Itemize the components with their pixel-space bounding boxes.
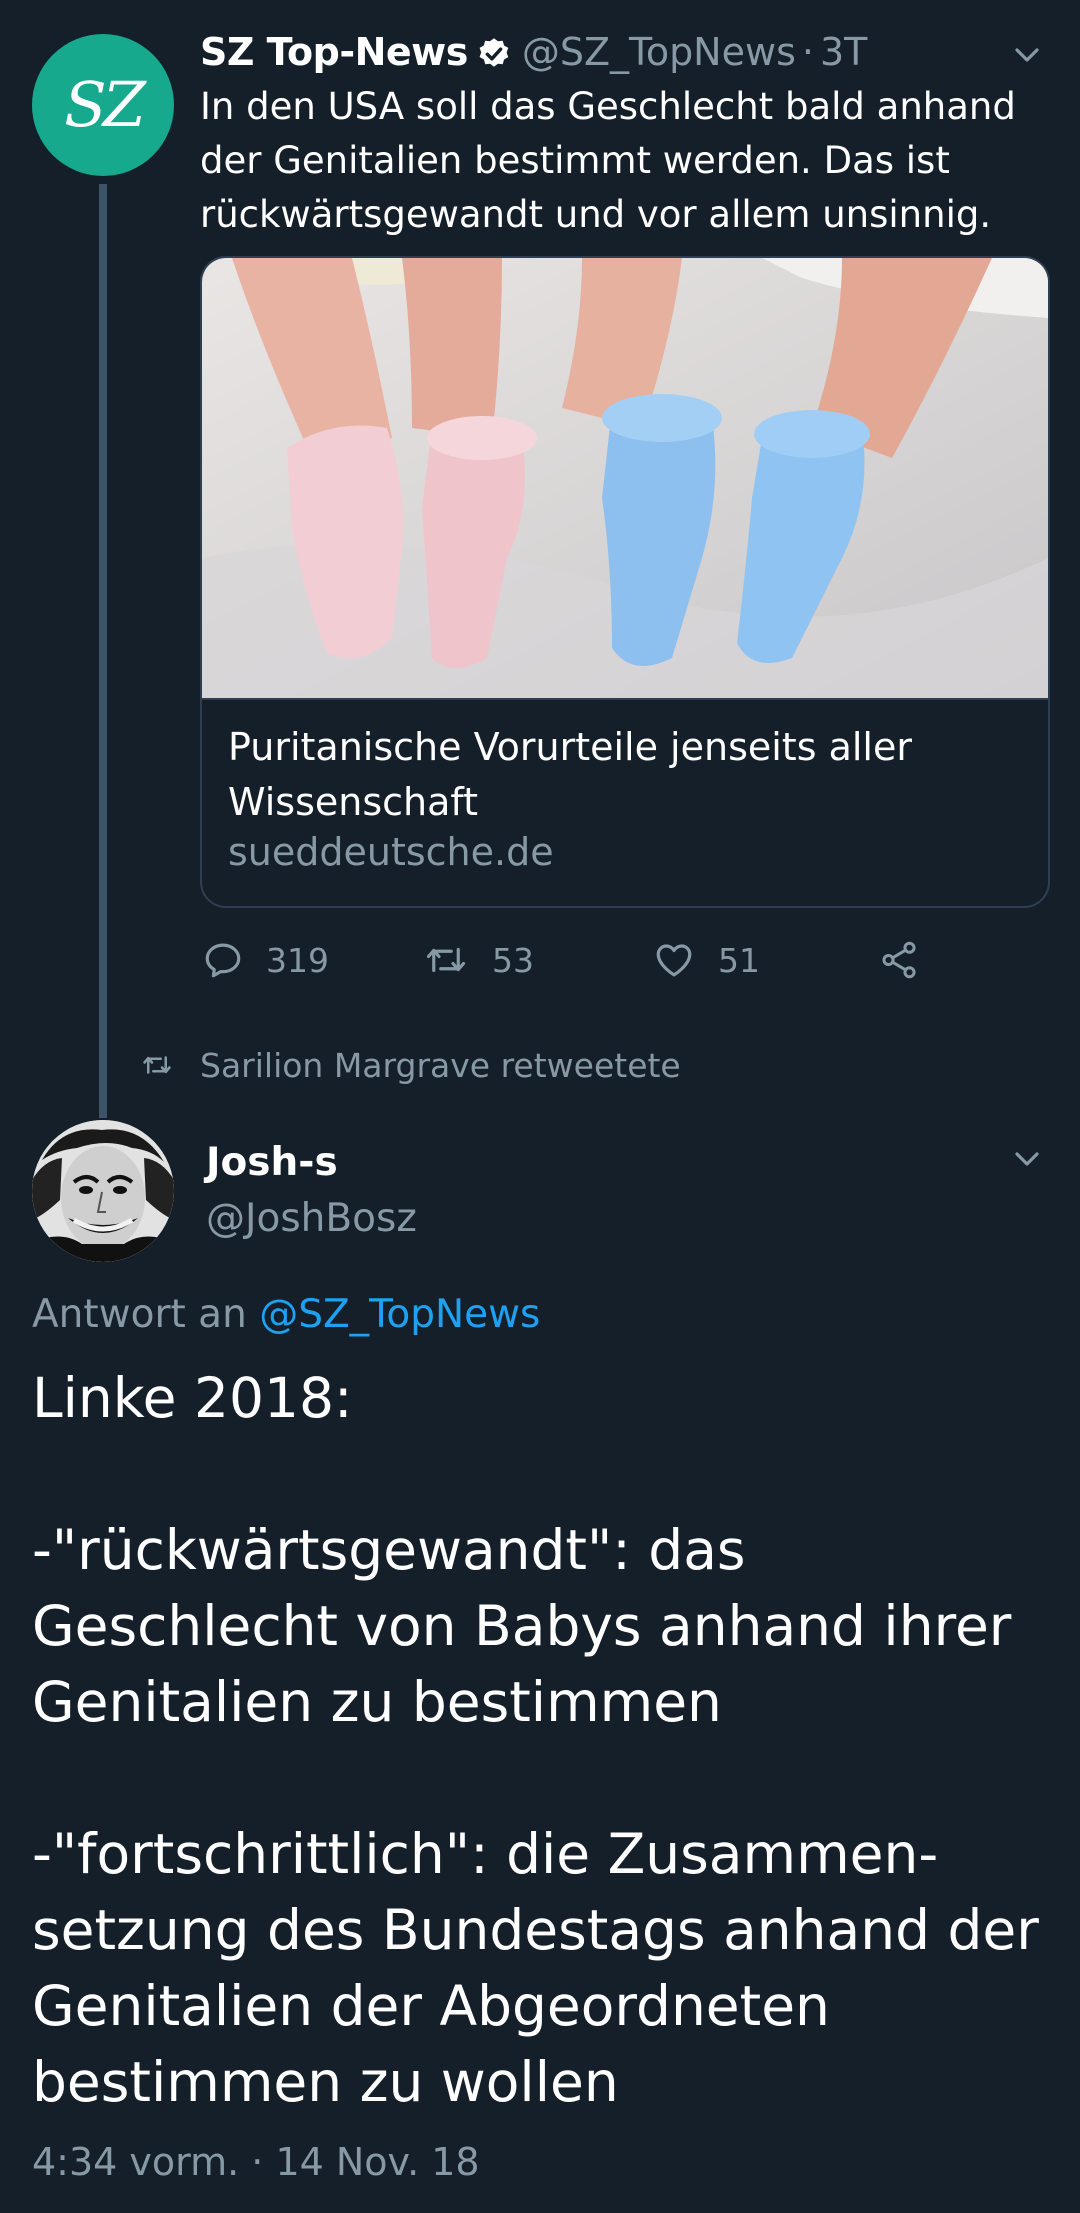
card-title: Puritanische Vorurteile jenseits aller W… (228, 725, 912, 824)
reply-mention-link[interactable]: @SZ_TopNews (259, 1292, 540, 1337)
retweet-context-text: Sarilion Margrave retweetete (200, 1045, 681, 1085)
tweet-action-bar: 319 53 51 (200, 930, 940, 990)
separator-dot: · (801, 30, 814, 74)
quoted-tweet-header: SZ Top-News @SZ_TopNews · 3T (200, 24, 1040, 80)
reply-button[interactable]: 319 (202, 930, 329, 990)
reply-context: Antwort an @SZ_TopNews (32, 1292, 540, 1337)
like-button[interactable]: 51 (652, 930, 760, 990)
quoted-tweet-text: In den USA soll das Geschlecht bald anha… (200, 85, 1016, 236)
tweet-timestamp[interactable]: 4:34 vorm. · 14 Nov. 18 (32, 2140, 480, 2184)
author-handle[interactable]: @JoshBosz (206, 1196, 417, 1241)
share-icon (882, 941, 916, 979)
sz-avatar-logo: SZ (64, 68, 146, 141)
share-button[interactable] (878, 930, 942, 990)
tweet-line: -"fortschrittlich": die Zusammen-setzung… (32, 1822, 1039, 2114)
card-domain: sueddeutsche.de (228, 830, 554, 874)
josh-avatar[interactable] (32, 1120, 174, 1262)
retweet-context[interactable]: Sarilion Margrave retweetete (140, 1040, 681, 1090)
reply-count: 319 (266, 940, 329, 980)
retweet-button[interactable]: 53 (422, 930, 534, 990)
card-image-baby-socks (202, 258, 1048, 700)
retweet-icon (426, 947, 466, 973)
link-preview-card[interactable]: Puritanische Vorurteile jenseits aller W… (200, 256, 1050, 908)
thread-connector-line (99, 184, 107, 1118)
tweet-line: Linke 2018: (32, 1366, 353, 1430)
like-icon (656, 944, 692, 977)
reply-prefix: Antwort an (32, 1292, 260, 1337)
author-name[interactable]: Josh-s (206, 1140, 338, 1185)
tweet-line: -"rückwärtsgewandt": das Geschlecht von … (32, 1518, 1012, 1734)
sz-avatar[interactable]: SZ (32, 34, 174, 176)
main-tweet-text: Linke 2018: -"rückwärtsgewandt": das Ges… (32, 1360, 1052, 2120)
retweet-count: 53 (492, 940, 534, 980)
tweet-detail-page: SZ SZ Top-News @SZ_TopNews · 3T In den U… (0, 0, 1080, 2213)
author-handle[interactable]: @SZ_TopNews (522, 30, 796, 74)
tweet-time[interactable]: 3T (820, 30, 867, 74)
chevron-down-icon[interactable] (1012, 1144, 1042, 1174)
chevron-down-icon[interactable] (1012, 40, 1042, 70)
retweet-icon (143, 1056, 171, 1074)
author-name[interactable]: SZ Top-News (200, 30, 468, 74)
like-count: 51 (718, 940, 760, 980)
reply-icon (205, 943, 241, 978)
verified-badge-icon (479, 38, 509, 67)
